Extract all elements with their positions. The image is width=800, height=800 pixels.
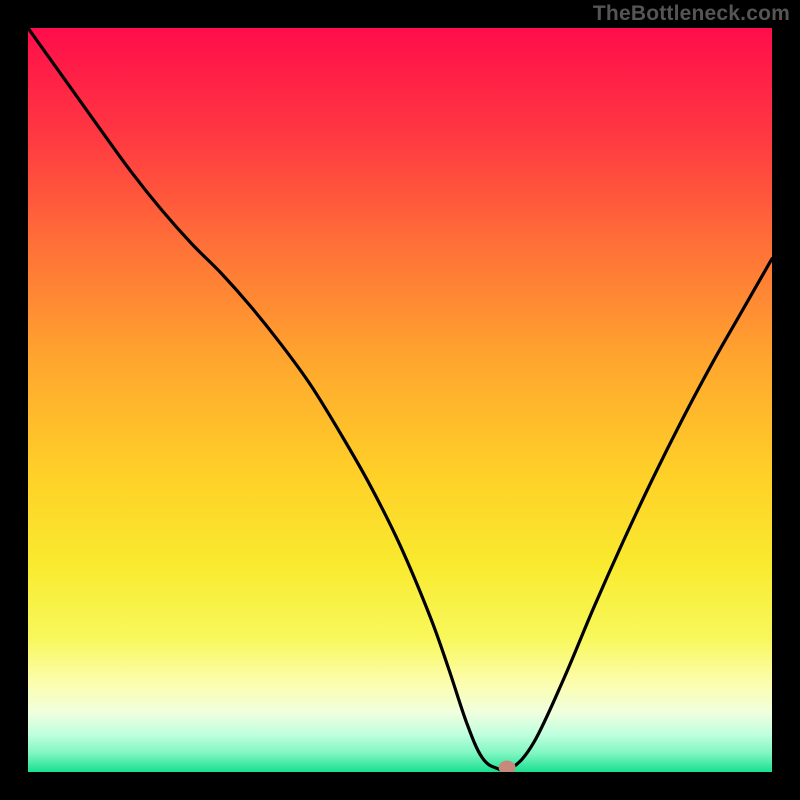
watermark-text: TheBottleneck.com bbox=[593, 2, 790, 26]
chart-svg bbox=[28, 28, 772, 772]
chart-container: TheBottleneck.com bbox=[0, 0, 800, 800]
plot-area bbox=[28, 28, 772, 772]
gradient-background bbox=[28, 28, 772, 772]
